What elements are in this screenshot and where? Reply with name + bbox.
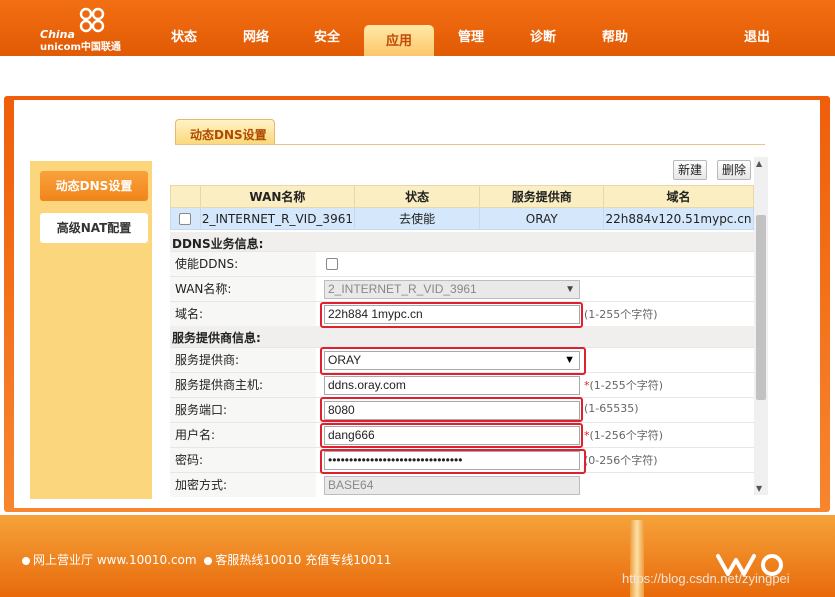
table-header-wan: WAN名称 bbox=[199, 185, 355, 208]
footer-hall[interactable]: 网上营业厅 www.10010.com bbox=[33, 553, 197, 567]
bullet-icon bbox=[22, 556, 30, 565]
domain-hint: (1-255个字符) bbox=[584, 308, 658, 321]
top-navigation-bar: China unicom中国联通 状态 网络 安全 应用 管理 诊断 帮助 退出 bbox=[0, 0, 835, 56]
row-provider-host: 服务提供商主机: ddns.oray.com *(1-255个字符) bbox=[170, 372, 754, 397]
table-cell-status: 去使能 bbox=[353, 207, 481, 230]
highlight-port bbox=[320, 397, 583, 422]
page-tab[interactable]: 动态DNS设置 bbox=[175, 119, 275, 145]
table-cell-provider: ORAY bbox=[479, 207, 604, 230]
scrollbar-thumb[interactable] bbox=[756, 215, 766, 400]
nav-network[interactable]: 网络 bbox=[243, 26, 269, 45]
unicom-knot-icon bbox=[79, 7, 105, 33]
domain-label: 域名: bbox=[170, 301, 316, 326]
sidebar-item-ddns[interactable]: 动态DNS设置 bbox=[40, 171, 148, 201]
bullet-icon bbox=[204, 556, 213, 565]
nav-help[interactable]: 帮助 bbox=[602, 26, 628, 45]
username-hint: *(1-256个字符) bbox=[584, 429, 664, 442]
table-cell-wan: 2_INTERNET_R_VID_3961 bbox=[199, 207, 355, 230]
row-checkbox[interactable] bbox=[179, 213, 192, 225]
tab-divider bbox=[175, 144, 765, 145]
encryption-select[interactable]: BASE64 bbox=[324, 476, 580, 495]
enable-ddns-checkbox[interactable] bbox=[326, 258, 338, 270]
table-header-domain: 域名 bbox=[602, 185, 755, 208]
provider-label: 服务提供商: bbox=[170, 347, 316, 372]
new-button[interactable]: 新建 bbox=[673, 160, 707, 180]
nav-security[interactable]: 安全 bbox=[314, 26, 340, 45]
table-header-select bbox=[170, 185, 201, 208]
row-enable-ddns: 使能DDNS: bbox=[170, 251, 754, 276]
password-label: 密码: bbox=[170, 447, 316, 472]
china-unicom-logo: China unicom中国联通 bbox=[38, 6, 128, 53]
wan-table: WAN名称 状态 服务提供商 域名 2_INTERNET_R_VID_3961 … bbox=[170, 185, 755, 230]
provider-host-label: 服务提供商主机: bbox=[170, 372, 316, 397]
table-cell-domain: 22h884v120.51mypc.cn bbox=[602, 207, 755, 230]
delete-button[interactable]: 删除 bbox=[717, 160, 751, 180]
nav-management[interactable]: 管理 bbox=[458, 26, 484, 45]
username-label: 用户名: bbox=[170, 422, 316, 447]
nav-diagnose[interactable]: 诊断 bbox=[530, 26, 556, 45]
nav-status[interactable]: 状态 bbox=[171, 26, 197, 45]
nav-logout[interactable]: 退出 bbox=[744, 26, 770, 45]
watermark-text: https://blog.csdn.net/zyingpei bbox=[622, 571, 790, 586]
table-header-row: WAN名称 状态 服务提供商 域名 bbox=[170, 185, 755, 208]
sidebar: 动态DNS设置 高级NAT配置 bbox=[30, 161, 152, 499]
table-cell-select bbox=[170, 207, 201, 230]
scroll-down-icon[interactable]: ▼ bbox=[756, 484, 762, 493]
highlight-domain bbox=[320, 302, 583, 328]
sub-header-bar bbox=[0, 56, 835, 90]
encryption-label: 加密方式: bbox=[170, 472, 316, 497]
footer-links: 网上营业厅 www.10010.com 客服热线10010 充值专线10011 bbox=[22, 551, 391, 568]
wan-name-select[interactable]: 2_INTERNET_R_VID_3961 ▼ bbox=[324, 280, 580, 299]
page-tab-label: 动态DNS设置 bbox=[190, 128, 267, 142]
chevron-down-icon: ▼ bbox=[565, 284, 575, 295]
table-header-status: 状态 bbox=[353, 185, 481, 208]
table-row[interactable]: 2_INTERNET_R_VID_3961 去使能 ORAY 22h884v12… bbox=[170, 207, 755, 230]
port-label: 服务端口: bbox=[170, 397, 316, 422]
nav-application[interactable]: 应用 bbox=[386, 30, 412, 49]
highlight-password bbox=[320, 449, 586, 474]
password-hint: (0-256个字符) bbox=[584, 454, 658, 467]
footer-hotline: 客服热线10010 充值专线10011 bbox=[215, 553, 392, 567]
content-scrollbar[interactable]: ▲ ▼ bbox=[754, 157, 768, 495]
highlight-provider bbox=[320, 347, 586, 375]
sidebar-item-nat[interactable]: 高级NAT配置 bbox=[40, 213, 148, 243]
provider-host-input[interactable]: ddns.oray.com bbox=[324, 376, 580, 395]
provider-host-hint: *(1-255个字符) bbox=[584, 379, 664, 392]
row-wan-name: WAN名称: 2_INTERNET_R_VID_3961 ▼ bbox=[170, 276, 754, 301]
wan-name-label: WAN名称: bbox=[170, 276, 316, 301]
port-hint: (1-65535) bbox=[584, 402, 639, 415]
logo-line-2: unicom中国联通 bbox=[40, 42, 121, 53]
highlight-username bbox=[320, 423, 583, 448]
table-header-provider: 服务提供商 bbox=[479, 185, 604, 208]
row-encryption: 加密方式: BASE64 bbox=[170, 472, 754, 497]
scroll-up-icon[interactable]: ▲ bbox=[756, 159, 762, 168]
enable-ddns-label: 使能DDNS: bbox=[170, 251, 316, 276]
